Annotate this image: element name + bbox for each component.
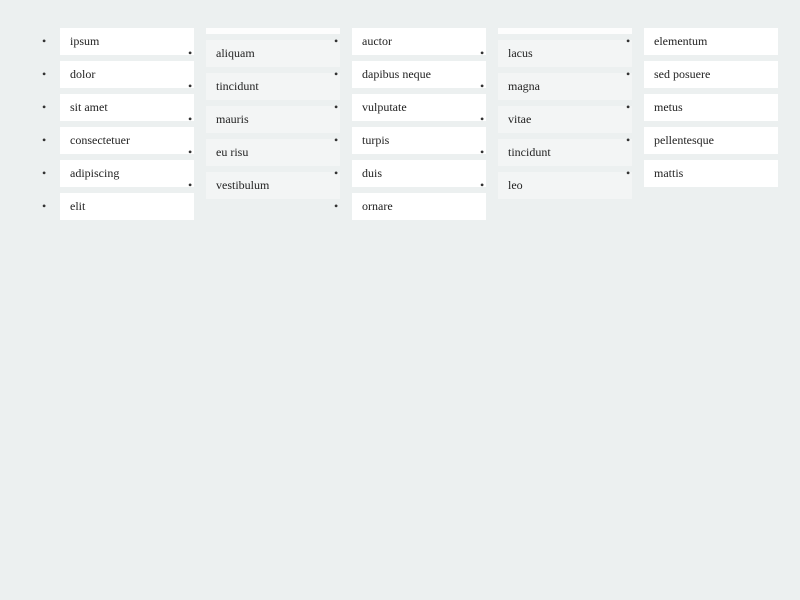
list-item: sed posuere bbox=[644, 61, 750, 88]
list-item: elementum bbox=[644, 28, 750, 55]
list-item: vulputate bbox=[352, 94, 458, 121]
item-box[interactable]: aliquam bbox=[206, 40, 340, 67]
item-box[interactable]: auctor bbox=[352, 28, 486, 55]
list-item: tincidunt bbox=[498, 139, 604, 166]
item-box[interactable]: consectetuer bbox=[60, 127, 194, 154]
list-item: consectetuer bbox=[60, 127, 166, 154]
item-box[interactable]: mauris bbox=[206, 106, 340, 133]
list-item: leo bbox=[498, 172, 604, 199]
list-item: tincidunt bbox=[206, 73, 312, 100]
list-item: pellentesque bbox=[644, 127, 750, 154]
item-box[interactable]: mattis bbox=[644, 160, 778, 187]
item-box[interactable]: vulputate bbox=[352, 94, 486, 121]
column-0: ipsum dolor sit amet consectetuer adipiscing… bbox=[20, 28, 166, 226]
item-box[interactable]: ipsum bbox=[60, 28, 194, 55]
list-item: metus bbox=[644, 94, 750, 121]
item-box[interactable]: vitae bbox=[498, 106, 632, 133]
list-item: eu risu bbox=[206, 139, 312, 166]
list-item: duis bbox=[352, 160, 458, 187]
list-item: dapibus neque bbox=[352, 61, 458, 88]
item-box[interactable]: duis bbox=[352, 160, 486, 187]
item-box[interactable]: magna bbox=[498, 73, 632, 100]
item-box[interactable]: elementum bbox=[644, 28, 778, 55]
list-item: elit bbox=[60, 193, 166, 220]
item-box[interactable]: metus bbox=[644, 94, 778, 121]
item-box[interactable]: tincidunt bbox=[206, 73, 340, 100]
item-box[interactable]: dolor bbox=[60, 61, 194, 88]
list-item: ipsum bbox=[60, 28, 166, 55]
list-item: sit amet bbox=[60, 94, 166, 121]
item-box[interactable]: elit bbox=[60, 193, 194, 220]
item-list: ipsum dolor sit amet consectetuer adipiscing… bbox=[20, 28, 166, 220]
list-item: vestibulum bbox=[206, 172, 312, 199]
list-item: vitae bbox=[498, 106, 604, 133]
list-item: magna bbox=[498, 73, 604, 100]
columns-container: ipsum dolor sit amet consectetuer adipiscing… bbox=[0, 0, 800, 226]
list-item: ornare bbox=[352, 193, 458, 220]
item-box[interactable]: dapibus neque bbox=[352, 61, 486, 88]
item-box[interactable]: vestibulum bbox=[206, 172, 340, 199]
item-box[interactable]: leo bbox=[498, 172, 632, 199]
item-box[interactable]: eu risu bbox=[206, 139, 340, 166]
list-item: turpis bbox=[352, 127, 458, 154]
item-box[interactable]: pellentesque bbox=[644, 127, 778, 154]
item-box[interactable]: lacus bbox=[498, 40, 632, 67]
list-item: auctor bbox=[352, 28, 458, 55]
item-box[interactable]: tincidunt bbox=[498, 139, 632, 166]
item-box[interactable]: turpis bbox=[352, 127, 486, 154]
list-item: adipiscing bbox=[60, 160, 166, 187]
item-box[interactable]: ornare bbox=[352, 193, 486, 220]
list-item: aliquam bbox=[206, 40, 312, 67]
list-item: mauris bbox=[206, 106, 312, 133]
list-item: lacus bbox=[498, 40, 604, 67]
item-box[interactable]: adipiscing bbox=[60, 160, 194, 187]
item-box[interactable]: sit amet bbox=[60, 94, 194, 121]
list-item: mattis bbox=[644, 160, 750, 187]
list-item: dolor bbox=[60, 61, 166, 88]
item-box[interactable]: sed posuere bbox=[644, 61, 778, 88]
